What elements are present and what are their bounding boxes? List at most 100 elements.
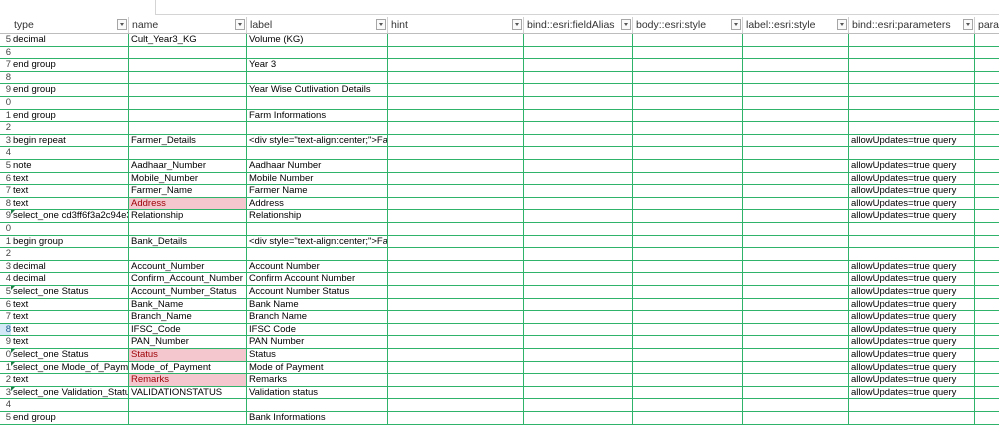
cell-params[interactable]: allowUpdates=true query (849, 374, 975, 386)
cell-params[interactable]: allowUpdates=true query (849, 185, 975, 197)
cell-empty[interactable] (975, 273, 999, 285)
cell-type[interactable] (11, 122, 129, 134)
cell-type[interactable]: text (11, 323, 129, 336)
cell-empty[interactable] (975, 198, 999, 210)
row-number[interactable]: 2 (0, 248, 11, 260)
cell-params[interactable]: allowUpdates=true query (849, 298, 975, 311)
cell-empty[interactable] (388, 273, 524, 285)
cell-empty[interactable] (633, 34, 743, 46)
row-number[interactable]: 4 (0, 273, 11, 285)
cell-name[interactable]: Aadhaar_Number (129, 160, 247, 172)
cell-params[interactable] (849, 59, 975, 71)
cell-type[interactable] (11, 147, 129, 159)
cell-empty[interactable] (524, 286, 633, 298)
cell-name[interactable] (129, 71, 247, 84)
cell-name[interactable]: PAN_Number (129, 336, 247, 348)
cell-label[interactable]: Mobile Number (247, 172, 388, 185)
cell-empty[interactable] (524, 84, 633, 96)
row-number[interactable]: 8 (0, 71, 11, 84)
cell-empty[interactable] (633, 134, 743, 147)
cell-empty[interactable] (388, 197, 524, 210)
cell-params[interactable]: allowUpdates=true query (849, 160, 975, 172)
cell-params[interactable]: allowUpdates=true query (849, 260, 975, 273)
cell-label[interactable]: Account Number Status (247, 286, 388, 298)
cell-empty[interactable] (524, 122, 633, 134)
cell-label[interactable]: Bank Name (247, 298, 388, 311)
row-number[interactable]: 1 (0, 361, 11, 374)
cell-empty[interactable] (633, 84, 743, 96)
cell-type[interactable]: select_one Validation_Status (11, 386, 129, 399)
cell-label[interactable]: Farmer Name (247, 185, 388, 197)
cell-empty[interactable] (388, 134, 524, 147)
cell-label[interactable]: Farm Informations (247, 109, 388, 122)
cell-empty[interactable] (975, 173, 999, 185)
cell-empty[interactable] (633, 109, 743, 122)
cell-empty[interactable] (633, 336, 743, 348)
cell-empty[interactable] (633, 160, 743, 172)
cell-name[interactable] (129, 97, 247, 109)
cell-empty[interactable] (975, 34, 999, 46)
cell-type[interactable]: select_one cd3ff6f3a2c94e3l (11, 210, 129, 222)
cell-empty[interactable] (975, 362, 999, 374)
cell-empty[interactable] (524, 134, 633, 147)
cell-label[interactable] (247, 97, 388, 109)
cell-empty[interactable] (743, 235, 849, 248)
cell-empty[interactable] (388, 374, 524, 386)
cell-empty[interactable] (388, 122, 524, 134)
cell-type[interactable]: end group (11, 109, 129, 122)
cell-type[interactable] (11, 223, 129, 235)
row-number[interactable]: 2 (0, 374, 11, 386)
cell-empty[interactable] (524, 386, 633, 399)
row-number[interactable]: 9 (0, 336, 11, 348)
cell-empty[interactable] (388, 298, 524, 311)
cell-params[interactable] (849, 34, 975, 46)
cell-empty[interactable] (524, 34, 633, 46)
cell-params[interactable] (849, 71, 975, 84)
cell-empty[interactable] (524, 336, 633, 348)
row-number[interactable]: 3 (0, 386, 11, 399)
cell-empty[interactable] (388, 109, 524, 122)
cell-empty[interactable] (388, 412, 524, 424)
cell-empty[interactable] (524, 160, 633, 172)
cell-empty[interactable] (975, 399, 999, 411)
cell-empty[interactable] (975, 387, 999, 399)
cell-empty[interactable] (743, 336, 849, 348)
cell-empty[interactable] (524, 311, 633, 323)
cell-params[interactable] (849, 97, 975, 109)
cell-empty[interactable] (524, 109, 633, 122)
cell-empty[interactable] (743, 248, 849, 260)
cell-empty[interactable] (743, 273, 849, 285)
cell-empty[interactable] (633, 298, 743, 311)
cell-empty[interactable] (388, 172, 524, 185)
cell-empty[interactable] (388, 97, 524, 109)
filter-dropdown-icon[interactable] (837, 19, 847, 30)
cell-type[interactable] (11, 399, 129, 411)
cell-empty[interactable] (743, 59, 849, 71)
cell-label[interactable]: Relationship (247, 210, 388, 222)
cell-params[interactable] (849, 122, 975, 134)
cell-empty[interactable] (524, 46, 633, 59)
cell-empty[interactable] (633, 311, 743, 323)
cell-empty[interactable] (743, 46, 849, 59)
row-number[interactable]: 0 (0, 97, 11, 109)
cell-params[interactable]: allowUpdates=true query (849, 336, 975, 348)
cell-params[interactable] (849, 223, 975, 235)
row-number[interactable]: 9 (0, 84, 11, 96)
cell-name[interactable]: Account_Number_Status (129, 286, 247, 298)
cell-label[interactable] (247, 248, 388, 260)
column-header-hint[interactable]: hint (388, 17, 524, 33)
cell-empty[interactable] (975, 84, 999, 96)
cell-name[interactable]: Mode_of_Payment (129, 361, 247, 374)
cell-empty[interactable] (633, 260, 743, 273)
cell-empty[interactable] (975, 122, 999, 134)
cell-empty[interactable] (975, 236, 999, 248)
cell-empty[interactable] (975, 135, 999, 147)
cell-name[interactable]: Status (129, 349, 247, 361)
row-number[interactable]: 4 (0, 147, 11, 159)
cell-empty[interactable] (524, 399, 633, 411)
cell-empty[interactable] (743, 311, 849, 323)
cell-empty[interactable] (633, 412, 743, 424)
cell-empty[interactable] (975, 185, 999, 197)
cell-empty[interactable] (975, 59, 999, 71)
cell-empty[interactable] (524, 97, 633, 109)
